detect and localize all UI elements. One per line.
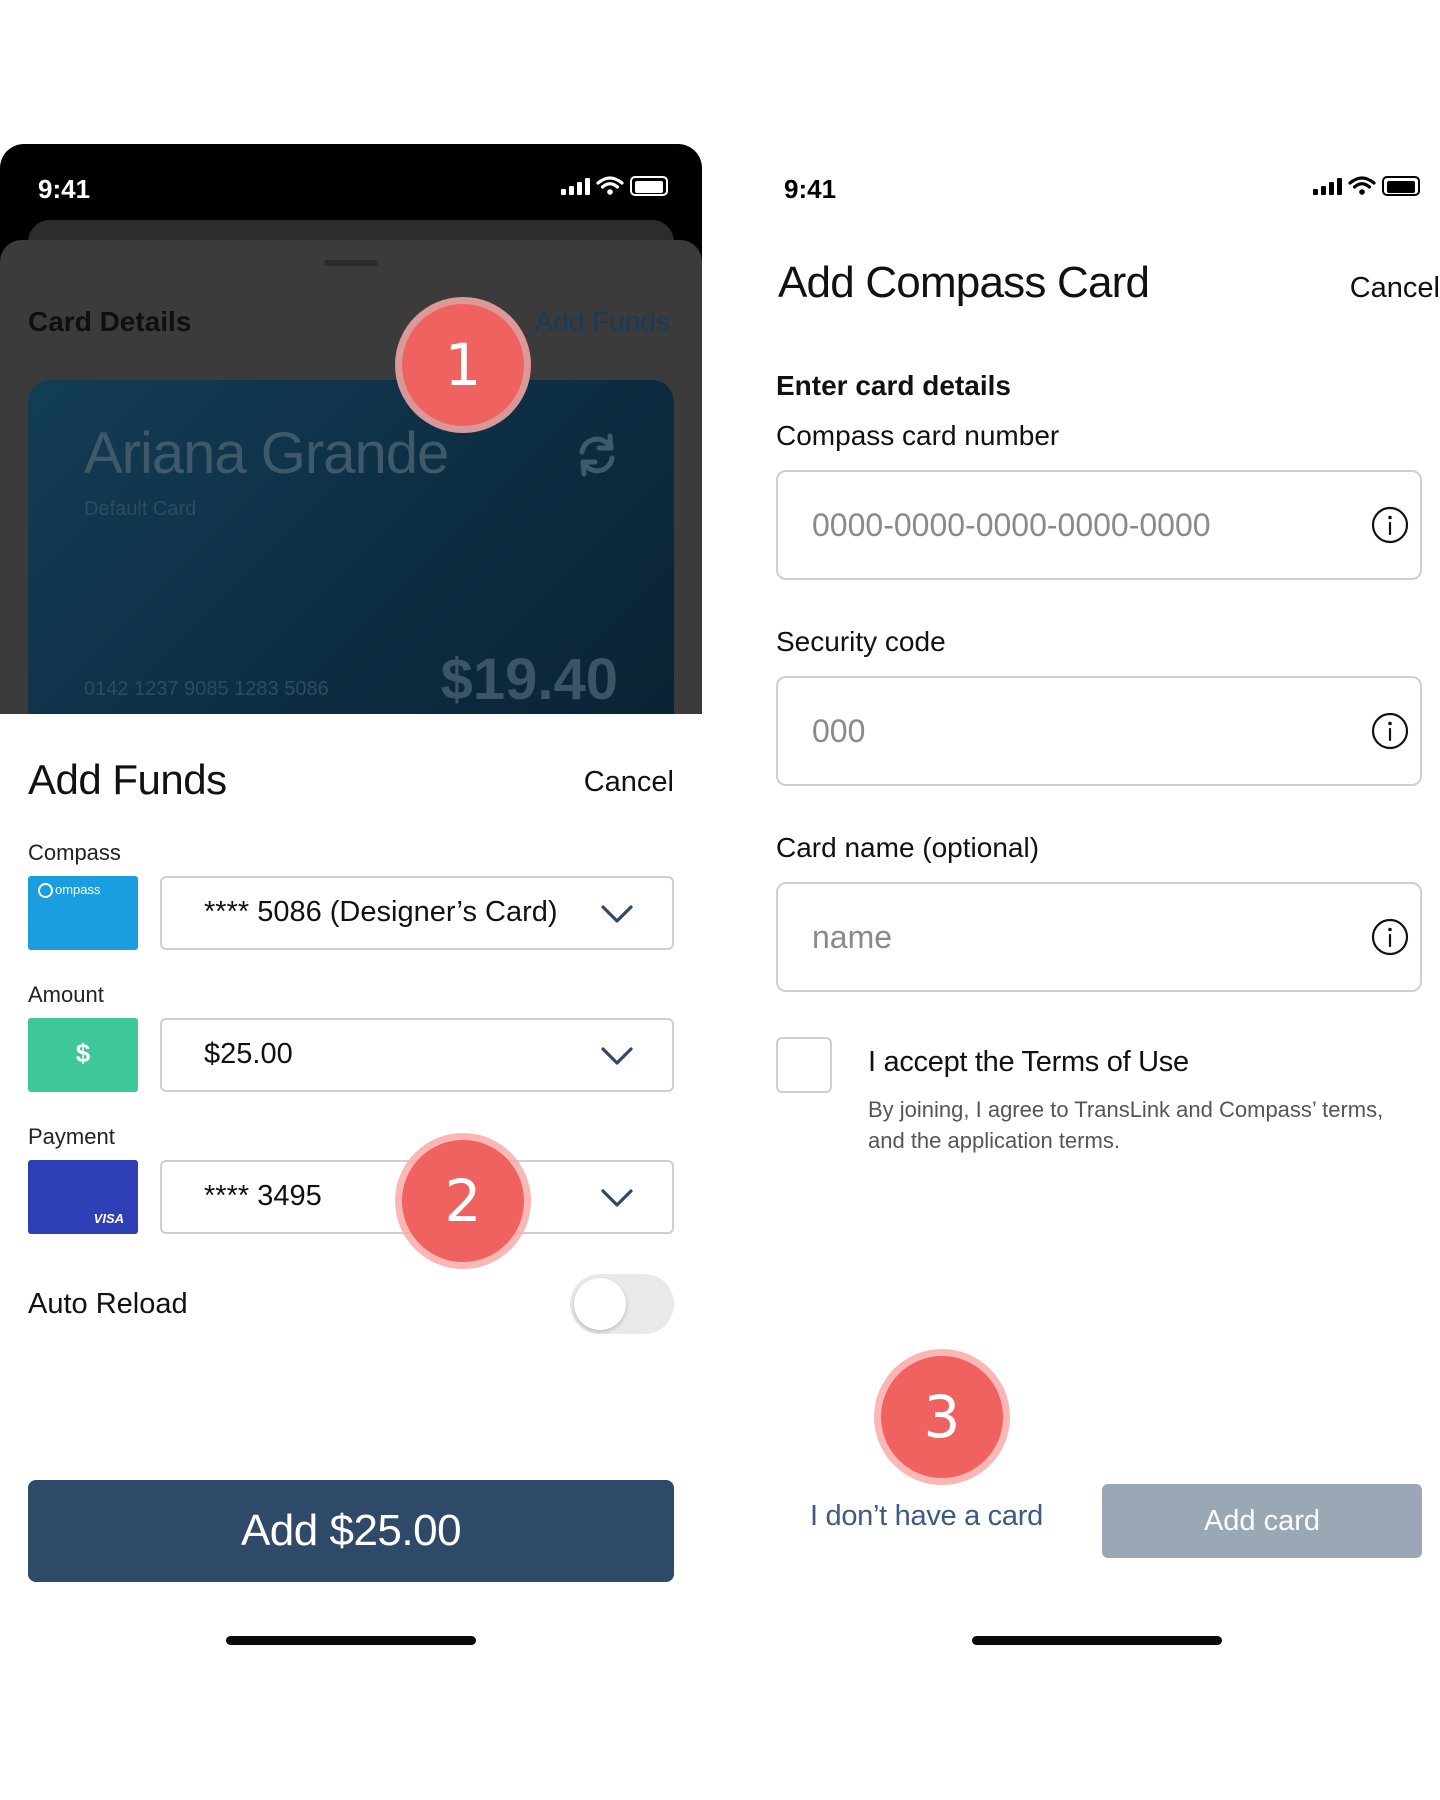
visa-logo: VISA: [93, 1211, 124, 1226]
compass-card-value: **** 5086 (Designer’s Card): [204, 896, 558, 928]
dollar-icon: $: [75, 1038, 91, 1068]
add-compass-card-screen: 9:41 Add Compass Card Cancel Enter card …: [748, 144, 1440, 1664]
battery-icon: [630, 176, 668, 196]
card-subtitle: Default Card: [84, 498, 197, 520]
terms-description: By joining, I agree to TransLink and Com…: [868, 1097, 1384, 1153]
status-icons: [561, 176, 668, 196]
card-details-title: Card Details: [28, 306, 192, 337]
terms-checkbox[interactable]: [776, 1037, 832, 1093]
sheet-title: Add Funds: [28, 756, 227, 803]
no-card-link[interactable]: I don’t have a card: [810, 1500, 1043, 1533]
cancel-button[interactable]: Cancel: [584, 766, 674, 799]
add-funds-screen: 9:41 Card Details Add Funds Ariana Grand…: [0, 144, 702, 1664]
step-marker-1: 1: [402, 304, 524, 426]
signal-icon: [1313, 177, 1342, 195]
add-funds-sheet: Add Funds Cancel Compass ompass **** 508…: [0, 714, 702, 1664]
payment-label: Payment: [28, 1124, 115, 1149]
step-marker-2: 2: [402, 1140, 524, 1262]
status-icons: [1313, 176, 1420, 196]
payment-value: **** 3495: [204, 1180, 322, 1212]
amount-tile: $: [28, 1018, 138, 1092]
home-indicator: [972, 1636, 1222, 1645]
card-name-input[interactable]: [776, 882, 1422, 992]
security-code-label: Security code: [776, 626, 946, 657]
cancel-button[interactable]: Cancel: [1350, 272, 1440, 305]
battery-icon: [1382, 176, 1420, 196]
info-icon[interactable]: [1370, 917, 1410, 957]
auto-reload-toggle[interactable]: [570, 1274, 674, 1334]
section-heading: Enter card details: [776, 370, 1011, 401]
chevron-down-icon: [601, 1047, 633, 1065]
compass-logo-text: ompass: [55, 882, 101, 897]
auto-reload-label: Auto Reload: [28, 1288, 188, 1320]
compass-label: Compass: [28, 840, 121, 865]
card-number-label: Compass card number: [776, 420, 1060, 451]
info-icon[interactable]: [1370, 505, 1410, 545]
card-number-input[interactable]: [776, 470, 1422, 580]
security-code-input[interactable]: [776, 676, 1422, 786]
wifi-icon: [596, 176, 624, 195]
add-funds-link[interactable]: Add Funds: [535, 306, 670, 338]
sheet-grabber[interactable]: [324, 260, 378, 266]
page-title: Add Compass Card: [778, 258, 1150, 307]
compass-card[interactable]: Ariana Grande Default Card 0142 1237 908…: [28, 380, 674, 760]
amount-label: Amount: [28, 982, 104, 1007]
chevron-down-icon: [601, 905, 633, 923]
sync-icon[interactable]: [574, 432, 620, 478]
compass-card-select[interactable]: **** 5086 (Designer’s Card): [160, 876, 674, 950]
status-time: 9:41: [784, 174, 837, 204]
amount-select[interactable]: $25.00: [160, 1018, 674, 1092]
step-marker-3: 3: [881, 1356, 1003, 1478]
wifi-icon: [1348, 176, 1376, 195]
add-card-button[interactable]: Add card: [1102, 1484, 1422, 1558]
terms-title[interactable]: I accept the Terms of Use: [868, 1046, 1189, 1079]
compass-logo: ompass: [28, 876, 138, 950]
card-name-label: Card name (optional): [776, 832, 1040, 863]
card-number: 0142 1237 9085 1283 5086: [84, 678, 329, 700]
signal-icon: [561, 177, 590, 195]
add-funds-button[interactable]: Add $25.00: [28, 1480, 674, 1582]
status-time: 9:41: [38, 174, 91, 204]
visa-card-tile: VISA: [28, 1160, 138, 1234]
amount-value: $25.00: [204, 1038, 293, 1070]
chevron-down-icon: [601, 1189, 633, 1207]
card-balance: $19.40: [440, 647, 618, 712]
home-indicator: [226, 1636, 476, 1645]
card-holder-name: Ariana Grande: [84, 421, 449, 486]
info-icon[interactable]: [1370, 711, 1410, 751]
compass-c-icon: [38, 883, 53, 898]
